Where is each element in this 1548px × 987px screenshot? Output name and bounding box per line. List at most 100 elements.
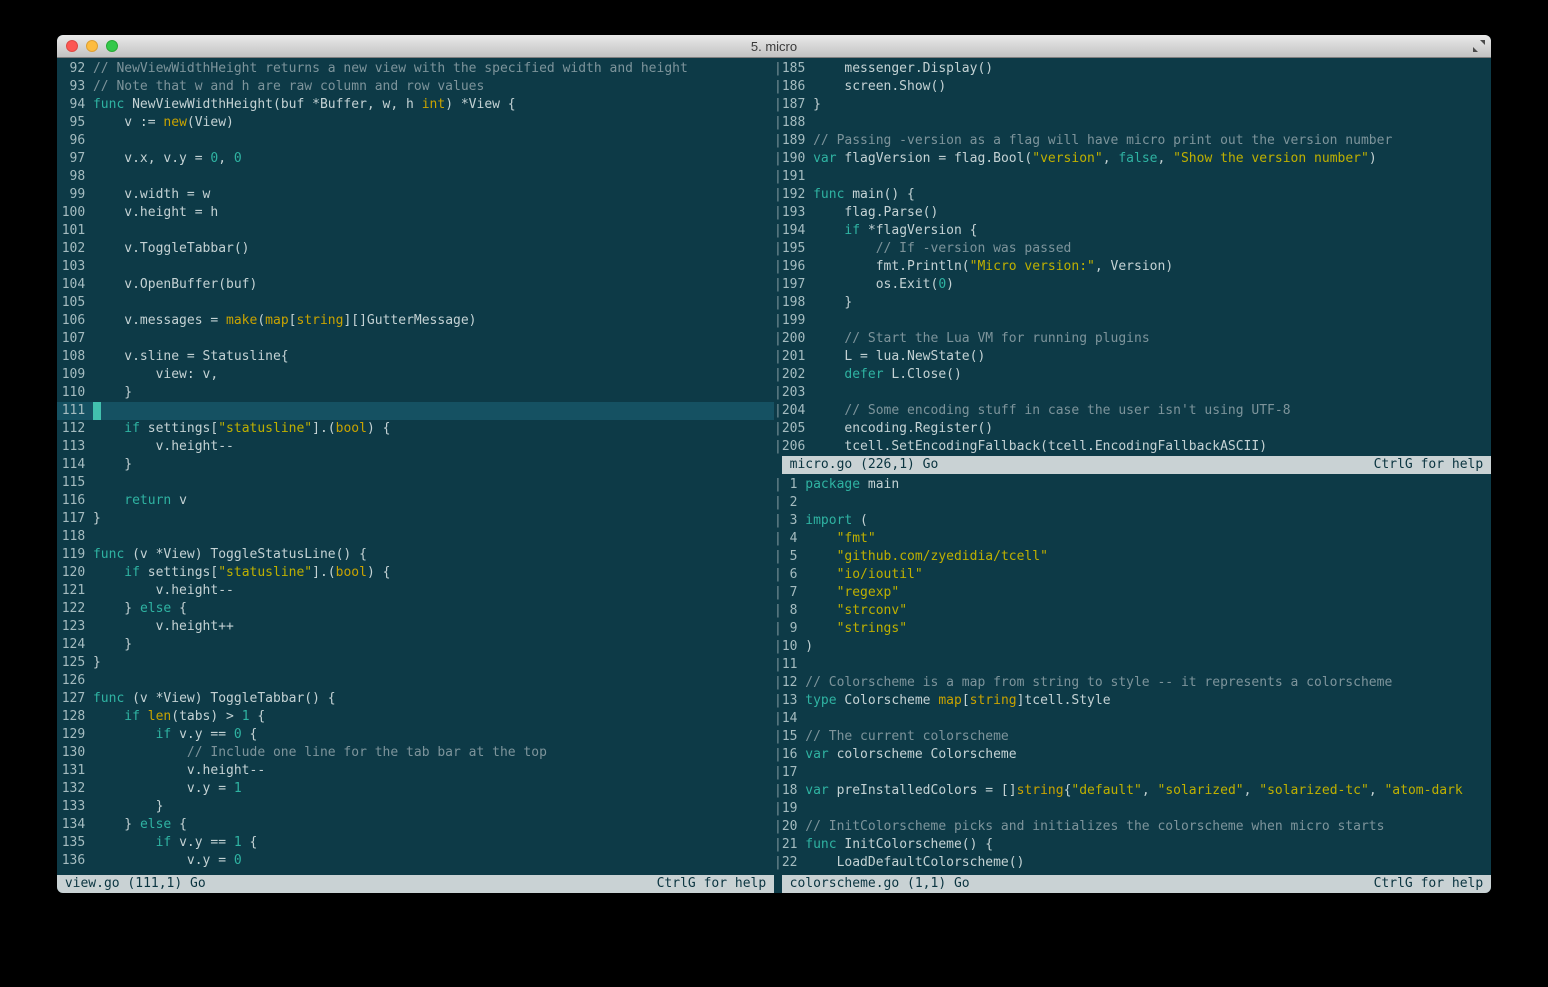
code-line[interactable]: 115 [57,474,774,492]
code-line[interactable]: 100 v.height = h [57,204,774,222]
code-line[interactable]: |19 [774,800,1491,818]
code-line[interactable]: 122 } else { [57,600,774,618]
code-line[interactable]: 120 if settings["statusline"].(bool) { [57,564,774,582]
code-line[interactable]: |190var flagVersion = flag.Bool("version… [774,150,1491,168]
code-line[interactable]: 131 v.height-- [57,762,774,780]
code-line[interactable]: |1package main [774,476,1491,494]
code-line[interactable]: 107 [57,330,774,348]
code-line[interactable]: |191 [774,168,1491,186]
code-area-colorscheme-go[interactable]: |1package main|2|3import (|4 "fmt"|5 "gi… [774,474,1491,875]
code-line[interactable]: |204 // Some encoding stuff in case the … [774,402,1491,420]
code-line[interactable]: |187} [774,96,1491,114]
code-line[interactable]: 121 v.height-- [57,582,774,600]
code-line[interactable]: 133 } [57,798,774,816]
code-line[interactable]: 125} [57,654,774,672]
code-line[interactable]: 123 v.height++ [57,618,774,636]
code-line[interactable]: |10) [774,638,1491,656]
code-line[interactable]: |3import ( [774,512,1491,530]
code-line[interactable]: 135 if v.y == 1 { [57,834,774,852]
code-line[interactable]: |205 encoding.Register() [774,420,1491,438]
close-button[interactable] [66,40,78,52]
code-line[interactable]: 99 v.width = w [57,186,774,204]
minimize-button[interactable] [86,40,98,52]
code-line[interactable]: |206 tcell.SetEncodingFallback(tcell.Enc… [774,438,1491,456]
code-line[interactable]: |197 os.Exit(0) [774,276,1491,294]
code-line[interactable]: 101 [57,222,774,240]
code-line[interactable]: |189// Passing -version as a flag will h… [774,132,1491,150]
code-line[interactable]: 119func (v *View) ToggleStatusLine() { [57,546,774,564]
code-line[interactable]: 130 // Include one line for the tab bar … [57,744,774,762]
code-line[interactable]: |20// InitColorscheme picks and initiali… [774,818,1491,836]
code-line[interactable]: |185 messenger.Display() [774,60,1491,78]
code-line[interactable]: 134 } else { [57,816,774,834]
code-line[interactable]: |17 [774,764,1491,782]
code-line[interactable]: |202 defer L.Close() [774,366,1491,384]
code-line[interactable]: 113 v.height-- [57,438,774,456]
code-line[interactable]: |5 "github.com/zyedidia/tcell" [774,548,1491,566]
code-line[interactable]: |12// Colorscheme is a map from string t… [774,674,1491,692]
code-line[interactable]: 132 v.y = 1 [57,780,774,798]
code-line[interactable]: |14 [774,710,1491,728]
fullscreen-icon[interactable] [1473,40,1485,52]
code-line[interactable]: |15// The current colorscheme [774,728,1491,746]
code-token: var [805,747,828,762]
code-line[interactable]: 96 [57,132,774,150]
code-line[interactable]: |194 if *flagVersion { [774,222,1491,240]
code-line[interactable]: 94func NewViewWidthHeight(buf *Buffer, w… [57,96,774,114]
code-line[interactable]: |4 "fmt" [774,530,1491,548]
code-content: var colorscheme Colorscheme [805,746,1491,764]
code-line[interactable]: |196 fmt.Println("Micro version:", Versi… [774,258,1491,276]
code-line[interactable]: 104 v.OpenBuffer(buf) [57,276,774,294]
code-line[interactable]: 116 return v [57,492,774,510]
code-line[interactable]: 111 [57,402,774,420]
code-line[interactable]: 106 v.messages = make(map[string][]Gutte… [57,312,774,330]
code-line[interactable]: 118 [57,528,774,546]
code-line[interactable]: |18var preInstalledColors = []string{"de… [774,782,1491,800]
code-line[interactable]: |200 // Start the Lua VM for running plu… [774,330,1491,348]
code-line[interactable]: 117} [57,510,774,528]
code-line[interactable]: |6 "io/ioutil" [774,566,1491,584]
code-line[interactable]: |2 [774,494,1491,512]
code-line[interactable]: 108 v.sline = Statusline{ [57,348,774,366]
code-line[interactable]: 109 view: v, [57,366,774,384]
code-line[interactable]: 105 [57,294,774,312]
code-line[interactable]: 127func (v *View) ToggleTabbar() { [57,690,774,708]
code-line[interactable]: |188 [774,114,1491,132]
code-line[interactable]: |201 L = lua.NewState() [774,348,1491,366]
code-line[interactable]: |22 LoadDefaultColorscheme() [774,854,1491,872]
code-line[interactable]: |198 } [774,294,1491,312]
code-line[interactable]: |193 flag.Parse() [774,204,1491,222]
code-line[interactable]: 128 if len(tabs) > 1 { [57,708,774,726]
code-line[interactable]: |9 "strings" [774,620,1491,638]
code-line[interactable]: |203 [774,384,1491,402]
code-line[interactable]: 98 [57,168,774,186]
code-line[interactable]: 136 v.y = 0 [57,852,774,870]
line-number: 11 [782,656,798,674]
code-line[interactable]: |192func main() { [774,186,1491,204]
code-line[interactable]: 92// NewViewWidthHeight returns a new vi… [57,60,774,78]
code-line[interactable]: 102 v.ToggleTabbar() [57,240,774,258]
code-line[interactable]: 95 v := new(View) [57,114,774,132]
code-line[interactable]: 124 } [57,636,774,654]
code-line[interactable]: 93// Note that w and h are raw column an… [57,78,774,96]
code-line[interactable]: 114 } [57,456,774,474]
code-line[interactable]: |11 [774,656,1491,674]
code-line[interactable]: |21func InitColorscheme() { [774,836,1491,854]
code-line[interactable]: 103 [57,258,774,276]
code-line[interactable]: 97 v.x, v.y = 0, 0 [57,150,774,168]
code-line[interactable]: 112 if settings["statusline"].(bool) { [57,420,774,438]
code-line[interactable]: |16var colorscheme Colorscheme [774,746,1491,764]
code-line[interactable]: 126 [57,672,774,690]
code-line[interactable]: |195 // If -version was passed [774,240,1491,258]
code-area-micro-go[interactable]: |185 messenger.Display()|186 screen.Show… [774,58,1491,456]
window-titlebar[interactable]: 5. micro [57,35,1491,58]
code-line[interactable]: |199 [774,312,1491,330]
zoom-button[interactable] [106,40,118,52]
code-line[interactable]: |7 "regexp" [774,584,1491,602]
code-line[interactable]: 129 if v.y == 0 { [57,726,774,744]
code-line[interactable]: |186 screen.Show() [774,78,1491,96]
code-line[interactable]: |8 "strconv" [774,602,1491,620]
code-area-view-go[interactable]: 92// NewViewWidthHeight returns a new vi… [57,58,774,875]
code-line[interactable]: |13type Colorscheme map[string]tcell.Sty… [774,692,1491,710]
code-line[interactable]: 110 } [57,384,774,402]
